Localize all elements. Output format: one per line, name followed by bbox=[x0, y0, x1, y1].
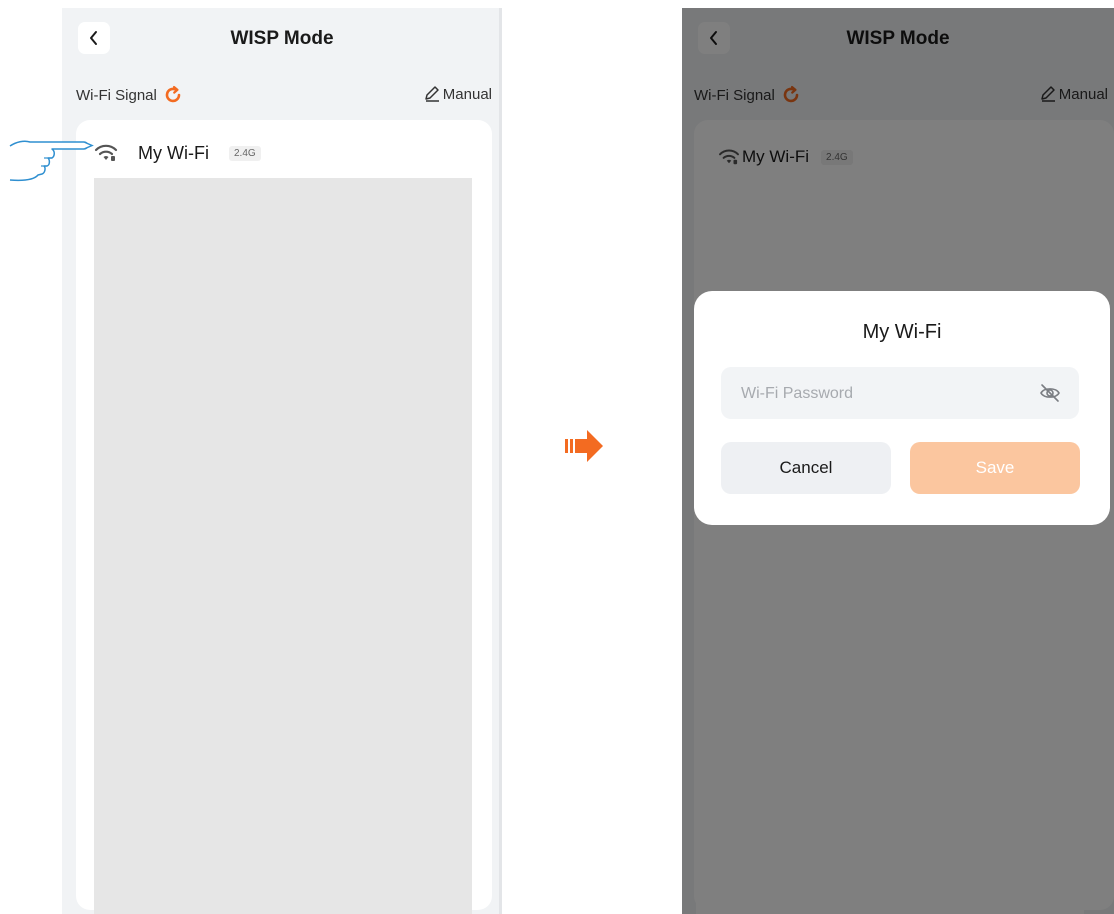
eye-off-icon[interactable] bbox=[1039, 383, 1061, 403]
wifi-signal-label-group: Wi-Fi Signal bbox=[76, 85, 183, 105]
wifi-password-input[interactable] bbox=[739, 367, 1023, 421]
arrow-right-icon bbox=[565, 430, 603, 462]
wifi-signal-label: Wi-Fi Signal bbox=[76, 86, 157, 104]
refresh-icon[interactable] bbox=[163, 85, 183, 105]
wifi-network-item[interactable]: My Wi-Fi 2.4G bbox=[94, 138, 261, 168]
password-dialog: My Wi-Fi Cancel Save bbox=[694, 291, 1110, 525]
manual-label: Manual bbox=[442, 85, 492, 103]
cancel-button[interactable]: Cancel bbox=[721, 442, 891, 494]
wifi-list-placeholder bbox=[94, 178, 472, 914]
header-bar: WISP Mode bbox=[62, 8, 502, 72]
pencil-icon bbox=[425, 86, 439, 102]
wifi-ssid: My Wi-Fi bbox=[138, 142, 209, 163]
pointing-hand-icon bbox=[9, 140, 94, 182]
wifi-list-card: My Wi-Fi 2.4G bbox=[76, 120, 492, 914]
left-phone-screen: WISP Mode Wi-Fi Signal Manual My Wi-Fi 2… bbox=[62, 8, 502, 914]
wifi-password-field bbox=[721, 367, 1079, 421]
page-title: WISP Mode bbox=[230, 28, 334, 49]
manual-button[interactable]: Manual bbox=[423, 85, 492, 103]
band-badge: 2.4G bbox=[228, 145, 261, 161]
right-phone-screen: WISP Mode Wi-Fi Signal Manual bbox=[682, 8, 1114, 914]
wifi-signal-section-header: Wi-Fi Signal Manual bbox=[62, 82, 502, 108]
save-button[interactable]: Save bbox=[910, 442, 1080, 494]
dialog-title: My Wi-Fi bbox=[862, 321, 942, 343]
